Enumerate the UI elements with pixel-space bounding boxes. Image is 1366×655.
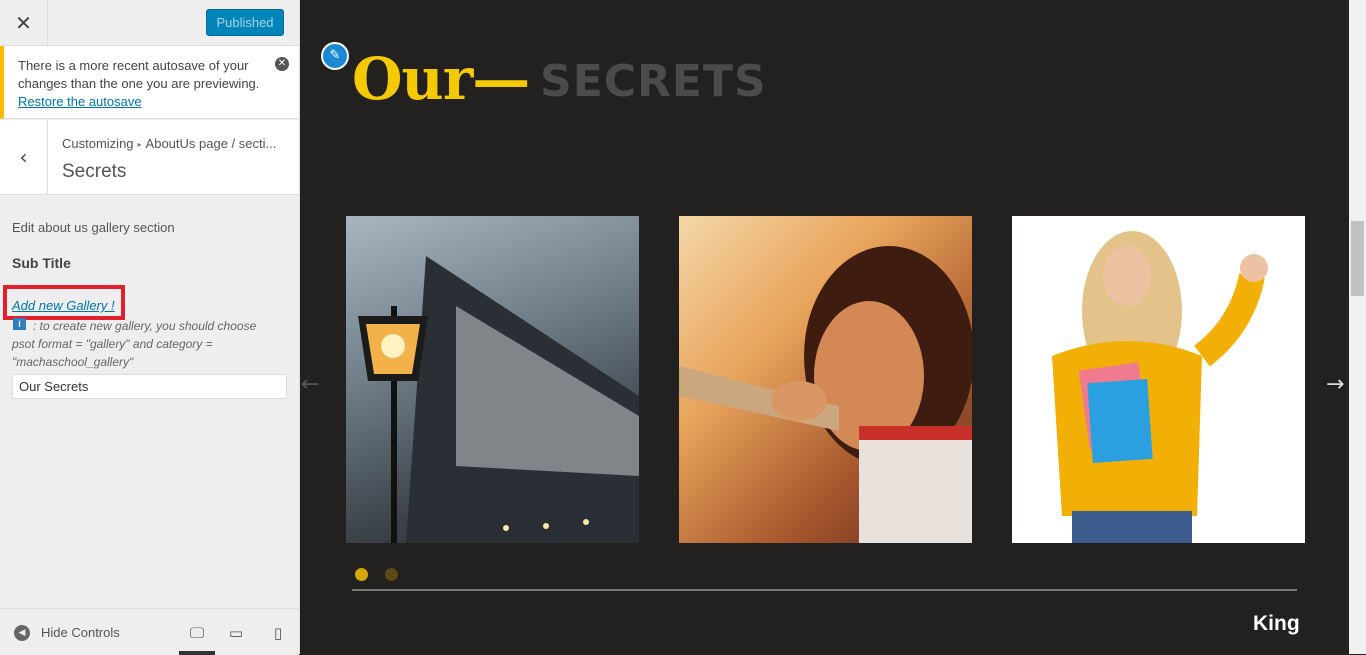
add-gallery-link[interactable]: Add new Gallery ! <box>12 298 115 313</box>
restore-autosave-link[interactable]: Restore the autosave <box>18 94 142 109</box>
customizer-footer: ◀ Hide Controls 🖵 ▭ ▯ <box>0 608 299 655</box>
gallery-image-street-lamp[interactable] <box>346 216 639 543</box>
site-preview: ✎ Our— SECRETS ← → King <box>300 0 1349 654</box>
hide-controls-button[interactable]: Hide Controls <box>41 625 120 640</box>
collapse-icon[interactable]: ◀ <box>14 625 30 641</box>
subtitle-input[interactable] <box>12 374 287 399</box>
heading-secrets: SECRETS <box>540 56 767 107</box>
arrow-right-icon[interactable]: → <box>1326 372 1344 397</box>
heading-our: Our— <box>352 45 530 113</box>
notice-text: There is a more recent autosave of your … <box>18 58 260 91</box>
street-lamp-illustration <box>358 256 639 543</box>
dismiss-icon[interactable]: ✕ <box>275 57 289 71</box>
customizer-sidebar: ✕ Published There is a more recent autos… <box>0 0 300 655</box>
scrollbar[interactable] <box>1349 0 1366 654</box>
breadcrumb-separator-icon: ▸ <box>137 140 142 150</box>
section-title: Secrets <box>62 161 127 182</box>
girl-sunset-illustration <box>679 246 972 543</box>
customizer-topbar: ✕ Published <box>0 0 299 46</box>
mobile-preview-icon[interactable]: ▯ <box>263 619 293 655</box>
section-header: ‹ Customizing ▸ AboutUs page / secti... Se… <box>0 120 299 195</box>
help-text: : to create new gallery, you should choo… <box>12 319 257 369</box>
publish-button[interactable]: Published <box>206 9 284 36</box>
close-icon[interactable]: ✕ <box>0 0 48 45</box>
student-illustration <box>1052 231 1268 543</box>
footer-name: King <box>1253 612 1300 635</box>
desktop-preview-icon[interactable]: 🖵 <box>179 619 215 655</box>
autosave-notice: There is a more recent autosave of your … <box>0 46 299 119</box>
arrow-left-icon[interactable]: ← <box>301 372 319 397</box>
tablet-preview-icon[interactable]: ▭ <box>221 619 251 655</box>
divider <box>352 589 1297 591</box>
scrollbar-thumb[interactable] <box>1351 221 1364 296</box>
breadcrumb-parent: AboutUs page / secti... <box>145 136 277 151</box>
back-chevron-icon[interactable]: ‹ <box>0 120 48 194</box>
subtitle-label: Sub Title <box>12 255 71 271</box>
info-icon: i <box>13 318 26 330</box>
section-description: Edit about us gallery section <box>12 220 175 235</box>
gallery-image-girl-sunset[interactable] <box>679 216 972 543</box>
slider-dot[interactable] <box>385 568 398 581</box>
breadcrumb-root: Customizing <box>62 136 134 151</box>
breadcrumb: Customizing ▸ AboutUs page / secti... <box>62 136 292 151</box>
gallery-image-student[interactable] <box>1012 216 1305 543</box>
slider-dot-active[interactable] <box>355 568 368 581</box>
edit-pencil-icon[interactable]: ✎ <box>321 42 349 70</box>
